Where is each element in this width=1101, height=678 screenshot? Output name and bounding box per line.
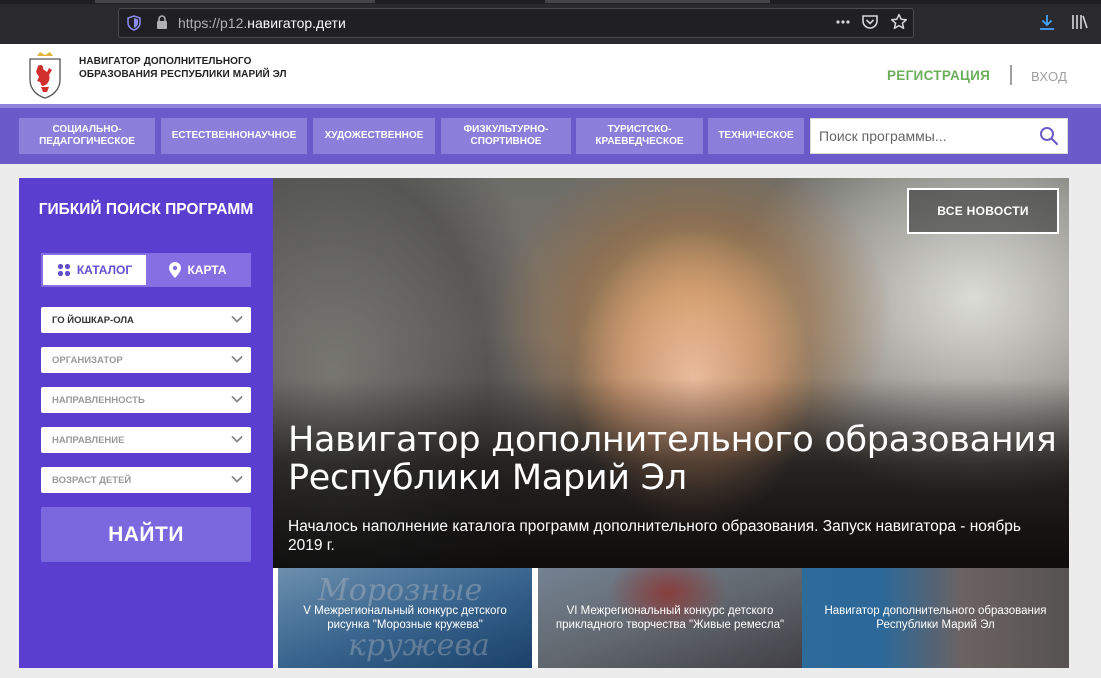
catalog-tab[interactable]: КАТАЛОГ — [43, 255, 146, 285]
chevron-down-icon — [231, 395, 243, 403]
city-select[interactable]: ГО ЙОШКАР-ОЛА — [41, 307, 251, 333]
news-card-title: Навигатор дополнительного образования Ре… — [802, 568, 1069, 668]
find-button[interactable]: НАЙТИ — [41, 507, 251, 562]
hero-subtitle: Началось наполнение каталога программ до… — [288, 518, 1021, 554]
age-select[interactable]: ВОЗРАСТ ДЕТЕЙ — [41, 467, 251, 493]
star-icon[interactable] — [890, 13, 908, 31]
coat-of-arms-logo[interactable] — [27, 50, 63, 100]
login-link[interactable]: ВХОД — [1031, 69, 1067, 84]
news-card-title: VI Межрегиональный конкурс детского прик… — [538, 568, 802, 668]
news-card-title: V Межрегиональный конкурс детского рисун… — [278, 568, 532, 668]
download-icon[interactable] — [1038, 13, 1056, 31]
pocket-icon[interactable] — [861, 13, 879, 31]
browser-tab[interactable] — [95, 0, 375, 3]
chevron-down-icon — [231, 435, 243, 443]
more-icon[interactable] — [834, 13, 852, 31]
header-divider — [1010, 65, 1012, 85]
chevron-down-icon — [231, 315, 243, 323]
program-search — [810, 118, 1068, 154]
url-text[interactable]: https://p12.навигатор.дети — [178, 15, 346, 31]
hero-banner-image[interactable] — [273, 178, 1069, 568]
search-input[interactable] — [819, 119, 1029, 153]
map-pin-icon — [169, 262, 182, 278]
nav-item-natural-science[interactable]: ЕСТЕСТВЕННОНАУЧНОЕ — [161, 118, 307, 154]
chevron-down-icon — [231, 475, 243, 483]
browser-tab[interactable] — [545, 0, 770, 3]
map-label: КАРТА — [187, 263, 227, 277]
url-prefix: https://p12. — [178, 15, 248, 31]
url-domain: навигатор.дети — [247, 15, 346, 31]
map-tab[interactable]: КАРТА — [146, 255, 250, 285]
shield-icon[interactable] — [127, 15, 141, 31]
catalog-label: КАТАЛОГ — [76, 263, 133, 277]
news-card[interactable]: VI Межрегиональный конкурс детского прик… — [538, 568, 802, 668]
nav-item-art[interactable]: ХУДОЖЕСТВЕННОЕ — [313, 118, 435, 154]
focus-select-value: НАПРАВЛЕННОСТЬ — [52, 394, 145, 406]
filter-panel — [19, 178, 273, 668]
organizer-select[interactable]: ОРГАНИЗАТОР — [41, 347, 251, 373]
nav-item-technical[interactable]: ТЕХНИЧЕСКОЕ — [708, 118, 804, 154]
nav-item-social-pedagogical[interactable]: СОЦИАЛЬНО-ПЕДАГОГИЧЕСКОЕ — [19, 118, 155, 154]
focus-select[interactable]: НАПРАВЛЕННОСТЬ — [41, 387, 251, 413]
search-icon[interactable] — [1039, 126, 1059, 146]
library-icon[interactable] — [1071, 13, 1089, 31]
site-title[interactable]: НАВИГАТОР ДОПОЛНИТЕЛЬНОГО ОБРАЗОВАНИЯ РЕ… — [79, 55, 309, 81]
direction-select-value: НАПРАВЛЕНИЕ — [52, 434, 125, 446]
organizer-select-value: ОРГАНИЗАТОР — [52, 354, 123, 366]
all-news-button[interactable]: ВСЕ НОВОСТИ — [907, 188, 1059, 234]
direction-select[interactable]: НАПРАВЛЕНИЕ — [41, 427, 251, 453]
news-card[interactable]: Навигатор дополнительного образования Ре… — [802, 568, 1069, 668]
news-card[interactable]: Морозные кружева V Межрегиональный конку… — [278, 568, 532, 668]
nav-item-tourism[interactable]: ТУРИСТСКО-КРАЕВЕДЧЕСКОЕ — [576, 118, 703, 154]
nav-item-sport[interactable]: ФИЗКУЛЬТУРНО-СПОРТИВНОЕ — [441, 118, 571, 154]
hero-title: Навигатор дополнительного образования Ре… — [288, 420, 1057, 498]
filter-title: ГИБКИЙ ПОИСК ПРОГРАММ — [38, 201, 254, 218]
chevron-down-icon — [231, 355, 243, 363]
register-link[interactable]: РЕГИСТРАЦИЯ — [887, 68, 990, 83]
age-select-value: ВОЗРАСТ ДЕТЕЙ — [52, 474, 132, 486]
lock-icon[interactable] — [155, 14, 169, 30]
city-select-value: ГО ЙОШКАР-ОЛА — [52, 314, 134, 326]
grid-icon — [57, 263, 70, 277]
